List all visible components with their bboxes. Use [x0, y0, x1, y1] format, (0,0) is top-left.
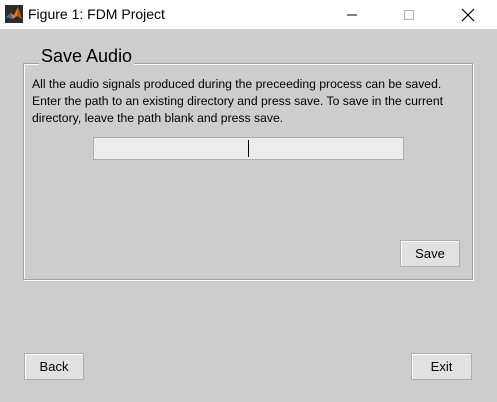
exit-button[interactable]: Exit: [411, 353, 472, 380]
minimize-icon: [346, 9, 358, 21]
panel-description: All the audio signals produced during th…: [32, 77, 443, 125]
title-bar[interactable]: Figure 1: FDM Project: [0, 0, 497, 29]
minimize-button[interactable]: [329, 0, 375, 29]
figure-window: Figure 1: FDM Project Save Audio All the…: [0, 0, 497, 402]
figure-client-area: Save Audio All the audio signals produce…: [0, 29, 497, 402]
window-title: Figure 1: FDM Project: [28, 6, 165, 22]
close-icon: [461, 8, 475, 22]
save-button[interactable]: Save: [400, 240, 460, 267]
maximize-button[interactable]: [386, 0, 432, 29]
matlab-icon: [5, 5, 23, 23]
panel-title: Save Audio: [39, 46, 135, 66]
maximize-icon: [403, 9, 415, 21]
close-button[interactable]: [445, 0, 491, 29]
text-caret: [248, 140, 249, 157]
back-button[interactable]: Back: [24, 353, 84, 380]
